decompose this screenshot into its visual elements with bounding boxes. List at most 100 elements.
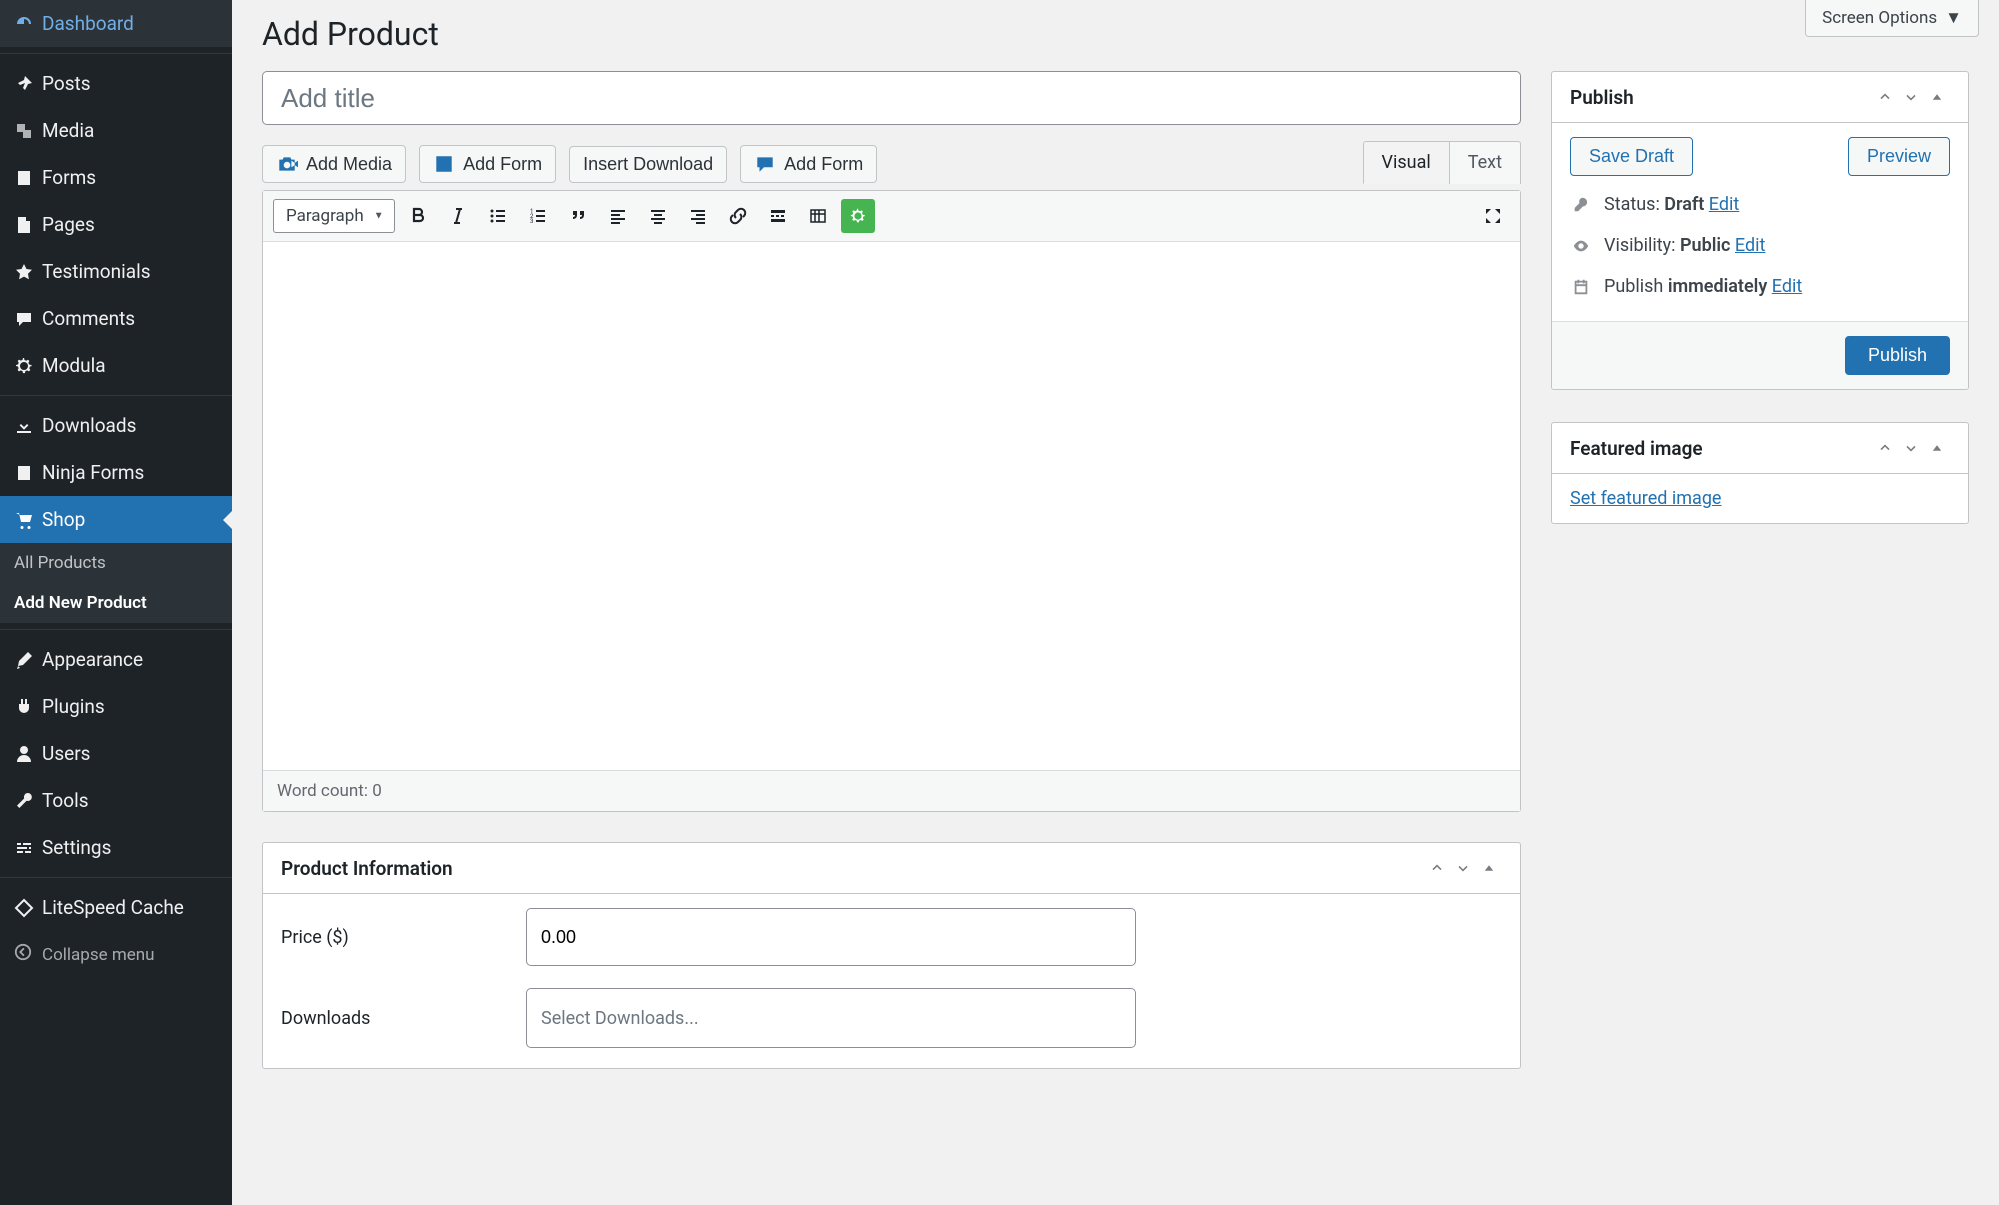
edit-status-link[interactable]: Edit (1709, 194, 1739, 215)
downloads-select[interactable]: Select Downloads... (526, 988, 1136, 1048)
sidebar-item-shop[interactable]: Shop (0, 496, 232, 543)
submenu-add-new-product[interactable]: Add New Product (0, 583, 232, 623)
status-value: Draft (1664, 194, 1704, 215)
publish-panel: Publish Save Draft Preview Sta (1551, 71, 1969, 390)
paragraph-select[interactable]: Paragraph (273, 199, 395, 233)
screen-options-toggle[interactable]: Screen Options ▼ (1805, 0, 1979, 37)
panel-toggle-button[interactable] (1924, 435, 1950, 461)
collapse-menu[interactable]: Collapse menu (0, 931, 232, 978)
page-title: Add Product (262, 15, 1969, 53)
settings-button[interactable] (841, 199, 875, 233)
chat-icon (754, 153, 776, 175)
visibility-value: Public (1680, 235, 1730, 256)
sidebar-label: Tools (42, 789, 89, 812)
publish-button[interactable]: Publish (1845, 336, 1950, 375)
sidebar-item-users[interactable]: Users (0, 730, 232, 777)
panel-down-button[interactable] (1898, 435, 1924, 461)
svg-text:3: 3 (530, 218, 533, 225)
panel-down-button[interactable] (1898, 84, 1924, 110)
editor-footer: Word count: 0 (263, 770, 1520, 811)
editor-tab-visual[interactable]: Visual (1363, 141, 1449, 184)
product-title-input[interactable] (262, 71, 1521, 125)
sidebar-label: Modula (42, 354, 106, 377)
sidebar-label: Users (42, 742, 90, 765)
sidebar-label: Media (42, 119, 94, 142)
sidebar-item-appearance[interactable]: Appearance (0, 636, 232, 683)
add-form-button-1[interactable]: Add Form (419, 145, 556, 183)
link-button[interactable] (721, 199, 755, 233)
calendar-icon (1572, 278, 1594, 296)
schedule-value: immediately (1668, 276, 1767, 297)
gear-icon (14, 356, 42, 376)
sidebar-label: Appearance (42, 648, 143, 671)
italic-button[interactable] (441, 199, 475, 233)
align-center-button[interactable] (641, 199, 675, 233)
read-more-button[interactable] (761, 199, 795, 233)
sidebar-label: Forms (42, 166, 96, 189)
add-form-button-2[interactable]: Add Form (740, 145, 877, 183)
sidebar-item-settings[interactable]: Settings (0, 824, 232, 871)
edit-visibility-link[interactable]: Edit (1735, 235, 1765, 256)
chevron-down-icon: ▼ (1945, 8, 1962, 28)
brush-icon (14, 650, 42, 670)
sidebar-label: Comments (42, 307, 135, 330)
product-info-panel: Product Information Price ($) Downloads (262, 842, 1521, 1069)
blockquote-button[interactable] (561, 199, 595, 233)
sliders-icon (14, 838, 42, 858)
panel-toggle-button[interactable] (1476, 855, 1502, 881)
align-left-button[interactable] (601, 199, 635, 233)
sidebar-label: Pages (42, 213, 95, 236)
price-input[interactable] (526, 908, 1136, 966)
admin-sidebar: Dashboard Posts Media Forms Pages Testim… (0, 0, 232, 1205)
fullscreen-button[interactable] (1476, 199, 1510, 233)
bullet-list-button[interactable] (481, 199, 515, 233)
editor-textarea[interactable] (263, 242, 1520, 770)
toolbar-toggle-button[interactable] (801, 199, 835, 233)
comment-icon (14, 309, 42, 329)
panel-up-button[interactable] (1424, 855, 1450, 881)
preview-button[interactable]: Preview (1848, 137, 1950, 176)
edit-schedule-link[interactable]: Edit (1772, 276, 1802, 297)
sidebar-label: Shop (42, 508, 85, 531)
sidebar-item-forms[interactable]: Forms (0, 154, 232, 201)
sidebar-item-pages[interactable]: Pages (0, 201, 232, 248)
sidebar-label: Settings (42, 836, 111, 859)
user-icon (14, 744, 42, 764)
submenu-all-products[interactable]: All Products (0, 543, 232, 583)
sidebar-item-litespeed[interactable]: LiteSpeed Cache (0, 884, 232, 931)
form-icon (14, 463, 42, 483)
eye-icon (1572, 237, 1594, 255)
sidebar-item-downloads[interactable]: Downloads (0, 402, 232, 449)
featured-image-panel: Featured image Set featured image (1551, 422, 1969, 524)
save-draft-button[interactable]: Save Draft (1570, 137, 1693, 176)
sidebar-label: Posts (42, 72, 91, 95)
pin-icon (14, 74, 42, 94)
panel-up-button[interactable] (1872, 84, 1898, 110)
sidebar-item-media[interactable]: Media (0, 107, 232, 154)
sidebar-item-ninja-forms[interactable]: Ninja Forms (0, 449, 232, 496)
sidebar-item-posts[interactable]: Posts (0, 60, 232, 107)
sidebar-item-modula[interactable]: Modula (0, 342, 232, 389)
sidebar-item-testimonials[interactable]: Testimonials (0, 248, 232, 295)
insert-download-button[interactable]: Insert Download (569, 146, 727, 183)
bold-button[interactable] (401, 199, 435, 233)
form-icon (14, 168, 42, 188)
numbered-list-button[interactable]: 123 (521, 199, 555, 233)
camera-icon (276, 153, 298, 175)
form-icon (433, 153, 455, 175)
price-label: Price ($) (281, 927, 526, 948)
editor-tab-text[interactable]: Text (1449, 141, 1521, 184)
sidebar-item-dashboard[interactable]: Dashboard (0, 0, 232, 47)
add-media-button[interactable]: Add Media (262, 145, 406, 183)
panel-up-button[interactable] (1872, 435, 1898, 461)
sidebar-item-plugins[interactable]: Plugins (0, 683, 232, 730)
content-editor: Paragraph 123 (262, 190, 1521, 812)
panel-down-button[interactable] (1450, 855, 1476, 881)
align-right-button[interactable] (681, 199, 715, 233)
panel-toggle-button[interactable] (1924, 84, 1950, 110)
sidebar-item-tools[interactable]: Tools (0, 777, 232, 824)
set-featured-image-link[interactable]: Set featured image (1570, 488, 1721, 509)
wrench-icon (14, 791, 42, 811)
sidebar-label: Downloads (42, 414, 136, 437)
sidebar-item-comments[interactable]: Comments (0, 295, 232, 342)
